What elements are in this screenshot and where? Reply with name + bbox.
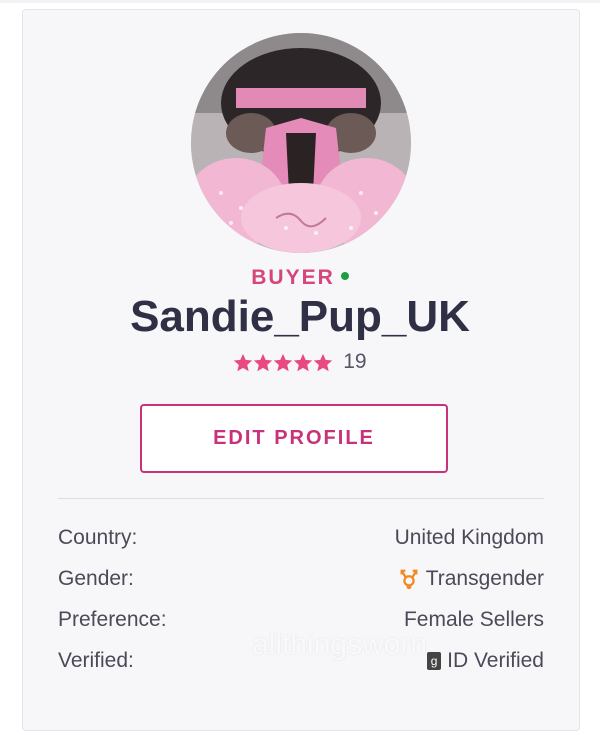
- star-icon: [294, 353, 313, 372]
- star-icon: [314, 353, 333, 372]
- info-row-gender: Gender: Transgender: [58, 564, 544, 594]
- info-value: United Kingdom: [394, 526, 544, 549]
- rating[interactable]: 19: [0, 350, 600, 374]
- info-label: Verified:: [58, 649, 134, 672]
- info-row-preference: Preference: Female Sellers: [58, 605, 544, 635]
- avatar-image: [191, 33, 411, 253]
- id-badge-icon: g: [427, 652, 442, 670]
- avatar[interactable]: [191, 33, 411, 253]
- info-value: Transgender: [425, 567, 544, 590]
- star-icon: [234, 353, 253, 372]
- star-icon: [274, 353, 293, 372]
- transgender-icon: [398, 568, 420, 590]
- role-row: BUYER: [0, 266, 600, 290]
- role-label: BUYER: [251, 266, 335, 289]
- edit-profile-button[interactable]: EDIT PROFILE: [140, 404, 448, 473]
- info-value: ID Verified: [447, 649, 544, 672]
- star-icon: [254, 353, 273, 372]
- info-row-verified: Verified: g ID Verified: [58, 646, 544, 676]
- edit-profile-label: EDIT PROFILE: [213, 427, 375, 449]
- rating-stars: [233, 350, 333, 374]
- info-value: Female Sellers: [403, 608, 544, 631]
- rating-count: 19: [343, 350, 367, 374]
- online-status-dot: [340, 272, 349, 281]
- info-label: Country:: [58, 526, 138, 549]
- top-strip: [0, 0, 600, 3]
- info-label: Gender:: [58, 567, 134, 590]
- info-row-country: Country: United Kingdom: [58, 523, 544, 553]
- username: Sandie_Pup_UK: [130, 292, 470, 341]
- divider: [58, 498, 544, 499]
- info-label: Preference:: [58, 608, 167, 631]
